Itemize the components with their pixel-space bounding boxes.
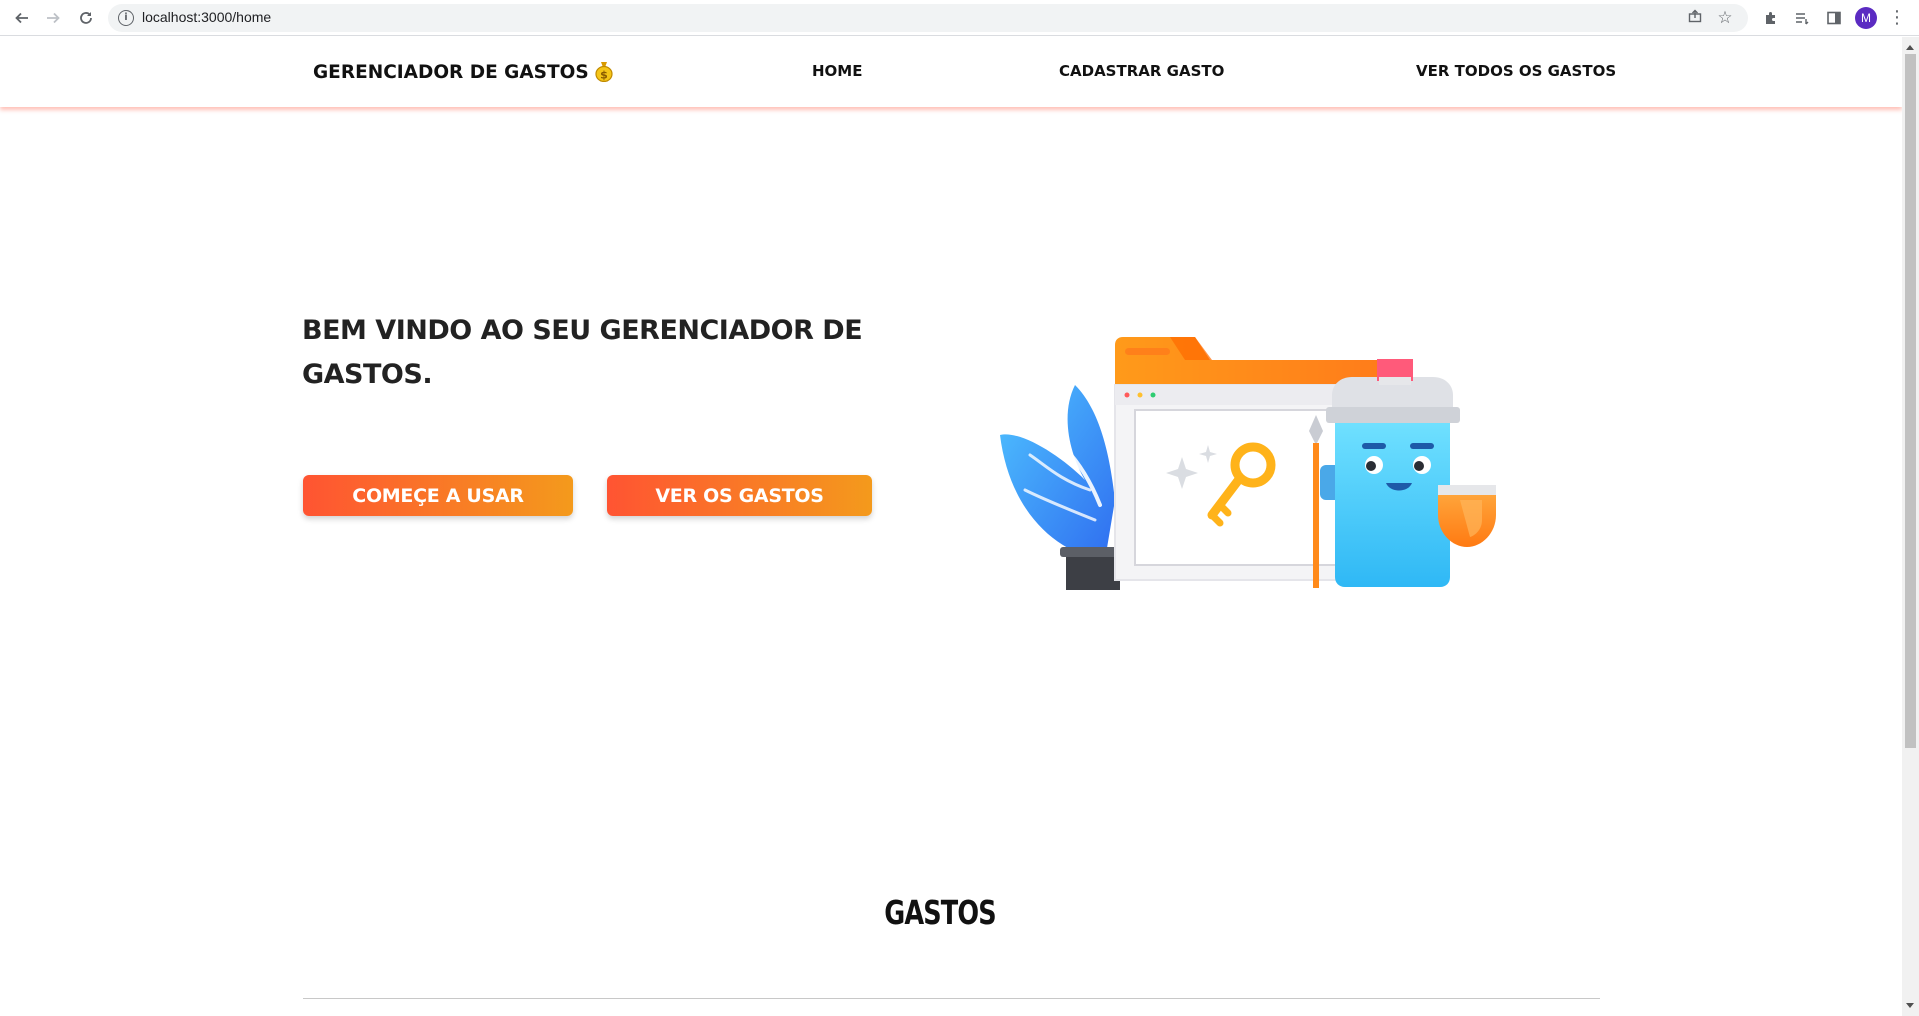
page-scrollbar[interactable]	[1902, 37, 1919, 1016]
url-text[interactable]: localhost:3000/home	[142, 9, 271, 25]
section-title-gastos: GASTOS	[884, 893, 996, 932]
browser-toolbar: i localhost:3000/home ☆ M ⋮	[0, 0, 1919, 36]
nav-link-home[interactable]: HOME	[812, 62, 862, 80]
share-icon[interactable]	[1684, 7, 1706, 29]
page-viewport: GERENCIADOR DE GASTOS $ HOME CADASTRAR GA…	[0, 37, 1902, 1016]
app-navbar: GERENCIADOR DE GASTOS $ HOME CADASTRAR GA…	[0, 37, 1902, 107]
nav-link-cadastrar-gasto[interactable]: CADASTRAR GASTO	[1059, 62, 1224, 80]
reading-list-icon[interactable]	[1790, 6, 1814, 30]
start-using-button[interactable]: COMEÇE A USAR	[303, 475, 573, 516]
folder-key-robot-illustration	[990, 315, 1520, 615]
kebab-menu-icon[interactable]: ⋮	[1888, 6, 1906, 30]
back-arrow-icon[interactable]	[10, 6, 34, 30]
view-expenses-button[interactable]: VER OS GASTOS	[607, 475, 872, 516]
nav-link-ver-todos-gastos[interactable]: VER TODOS OS GASTOS	[1416, 62, 1616, 80]
scrollbar-thumb[interactable]	[1905, 54, 1916, 748]
scroll-down-arrow-icon[interactable]	[1906, 1003, 1914, 1008]
side-panel-icon[interactable]	[1822, 6, 1846, 30]
brand-title: GERENCIADOR DE GASTOS	[313, 62, 589, 83]
bookmark-star-icon[interactable]: ☆	[1714, 7, 1736, 29]
svg-text:$: $	[600, 69, 608, 82]
brand-logo[interactable]: GERENCIADOR DE GASTOS $	[313, 60, 613, 83]
section-divider	[303, 998, 1600, 999]
hero-title: BEM VINDO AO SEU GERENCIADOR DE GASTOS.	[302, 315, 863, 390]
site-info-icon[interactable]: i	[118, 10, 134, 26]
profile-avatar[interactable]: M	[1855, 7, 1877, 29]
forward-arrow-icon[interactable]	[41, 6, 65, 30]
money-bag-icon: $	[595, 60, 613, 83]
scroll-up-arrow-icon[interactable]	[1906, 45, 1914, 50]
reload-icon[interactable]	[74, 6, 98, 30]
address-bar[interactable]: i localhost:3000/home ☆	[108, 4, 1748, 32]
extensions-puzzle-icon[interactable]	[1759, 6, 1783, 30]
